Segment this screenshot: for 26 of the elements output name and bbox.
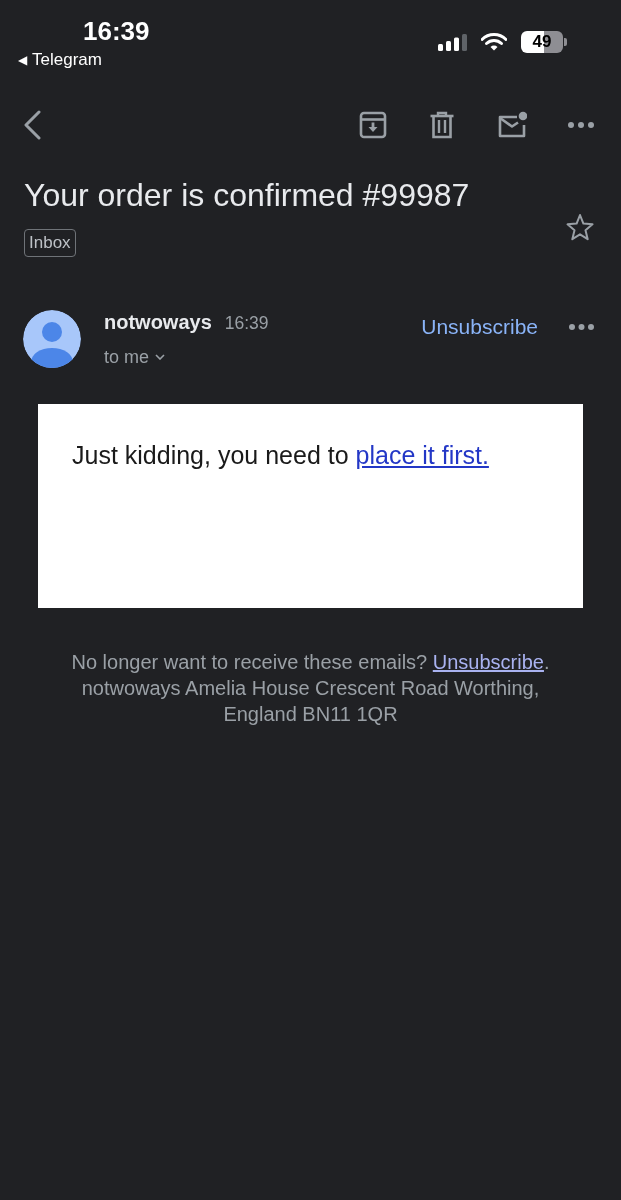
email-time: 16:39 — [224, 312, 269, 335]
star-icon[interactable] — [566, 213, 594, 241]
back-arrow[interactable]: ◀ — [18, 50, 27, 70]
sender-name: notwoways — [104, 310, 212, 334]
avatar-icon — [23, 310, 81, 368]
battery-indicator: 49 — [521, 31, 567, 53]
sender-address: notwoways Amelia House Crescent Road Worthing, England BN11 1QR — [80, 676, 541, 727]
archive-icon[interactable] — [359, 111, 387, 139]
wifi-icon — [481, 33, 507, 51]
unsubscribe-button[interactable]: Unsubscribe — [421, 315, 538, 339]
more-icon[interactable] — [569, 324, 594, 330]
back-icon[interactable] — [22, 110, 42, 140]
recipient-toggle[interactable]: to me — [104, 347, 166, 367]
status-time: 16:39 — [83, 16, 150, 46]
back-to-app-link[interactable]: Telegram — [32, 50, 102, 70]
more-icon[interactable] — [568, 122, 594, 128]
trash-icon[interactable] — [428, 111, 456, 139]
email-body-text: Just kidding, you need to place it first. — [72, 440, 490, 470]
place-order-link[interactable]: place it first. — [355, 441, 489, 469]
label-chip[interactable]: Inbox — [24, 229, 76, 257]
email-subject: Your order is confirmed #99987 — [24, 176, 470, 214]
footer-unsubscribe-text: No longer want to receive these emails? Unsubscribe. — [71, 650, 550, 675]
envelope-dot-icon[interactable] — [497, 111, 527, 139]
signal-icon — [438, 33, 467, 51]
unsubscribe-link[interactable]: Unsubscribe — [432, 651, 544, 673]
chevron-down-icon[interactable] — [155, 354, 166, 360]
